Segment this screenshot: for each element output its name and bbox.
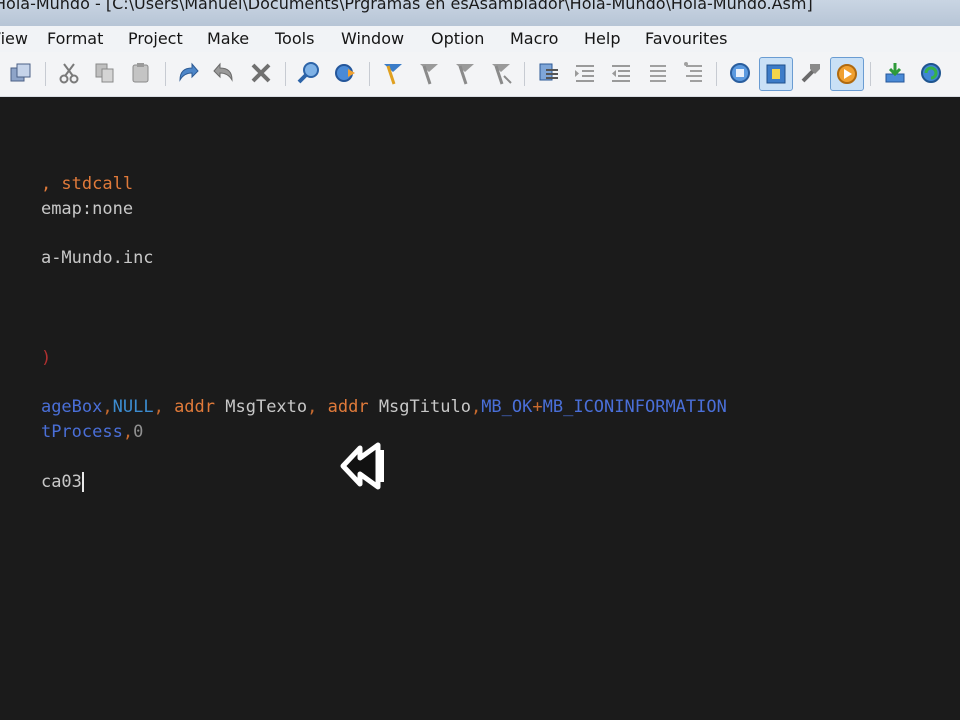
- redo-icon[interactable]: [212, 60, 238, 86]
- code-line-1: , stdcall: [40, 174, 134, 194]
- toolbar-separator: [45, 62, 46, 86]
- code-line-4: a-Mundo.inc: [40, 248, 154, 268]
- cut-icon[interactable]: [56, 60, 82, 86]
- toolbar: [0, 52, 960, 97]
- menu-help[interactable]: Help: [584, 29, 620, 49]
- menu-window[interactable]: Window: [341, 29, 404, 49]
- menu-format[interactable]: Format: [47, 29, 103, 49]
- toolbar-separator: [285, 62, 286, 86]
- assemble-icon[interactable]: [727, 60, 753, 86]
- code-line-9: tProcess,0: [40, 422, 144, 442]
- bookmark-toggle-icon[interactable]: [380, 60, 406, 86]
- bookmark-prev-icon[interactable]: [452, 60, 478, 86]
- toolbar-separator: [165, 62, 166, 86]
- code-line-8: ageBox,NULL, addr MsgTexto, addr MsgTitu…: [40, 397, 727, 417]
- find-icon[interactable]: [296, 60, 322, 86]
- find-next-icon[interactable]: [332, 60, 358, 86]
- window-title: Hola-Mundo - [C:\Users\Manuel\Documents\…: [0, 0, 813, 13]
- menu-macro[interactable]: Macro: [510, 29, 558, 49]
- paste-icon[interactable]: [128, 60, 154, 86]
- toolbar-separator: [870, 62, 871, 86]
- menu-project[interactable]: Project: [128, 29, 183, 49]
- bookmark-clear-icon[interactable]: [488, 60, 514, 86]
- menu-option[interactable]: Option: [431, 29, 484, 49]
- build-icon[interactable]: [759, 57, 793, 91]
- go-icon[interactable]: [798, 60, 824, 86]
- run-icon[interactable]: [830, 57, 864, 91]
- windows-icon[interactable]: [8, 60, 34, 86]
- uncomment-icon[interactable]: [680, 60, 706, 86]
- refresh-icon[interactable]: [918, 60, 944, 86]
- download-icon[interactable]: [882, 60, 908, 86]
- menu-bar: View Format Project Make Tools Window Op…: [0, 26, 960, 52]
- toolbar-separator: [716, 62, 717, 86]
- code-line-6: ): [40, 348, 52, 368]
- bookmark-next-icon[interactable]: [416, 60, 442, 86]
- menu-tools[interactable]: Tools: [275, 29, 314, 49]
- block-icon[interactable]: [536, 60, 562, 86]
- menu-make[interactable]: Make: [207, 29, 249, 49]
- code-editor[interactable]: , stdcall emap:none a-Mundo.inc ) ageBox…: [0, 97, 960, 720]
- undo-icon[interactable]: [174, 60, 200, 86]
- toolbar-separator: [369, 62, 370, 86]
- copy-icon[interactable]: [92, 60, 118, 86]
- toolbar-separator: [524, 62, 525, 86]
- outdent-icon[interactable]: [608, 60, 634, 86]
- window-titlebar: Hola-Mundo - [C:\Users\Manuel\Documents\…: [0, 0, 960, 26]
- comment-icon[interactable]: [644, 60, 670, 86]
- indent-icon[interactable]: [572, 60, 598, 86]
- text-caret: [81, 472, 84, 492]
- code-line-11: ca03: [40, 472, 84, 492]
- menu-view[interactable]: View: [0, 29, 28, 49]
- rewind-icon[interactable]: [340, 440, 388, 492]
- menu-favourites[interactable]: Favourites: [645, 29, 727, 49]
- delete-icon[interactable]: [248, 60, 274, 86]
- code-line-2: emap:none: [40, 199, 134, 219]
